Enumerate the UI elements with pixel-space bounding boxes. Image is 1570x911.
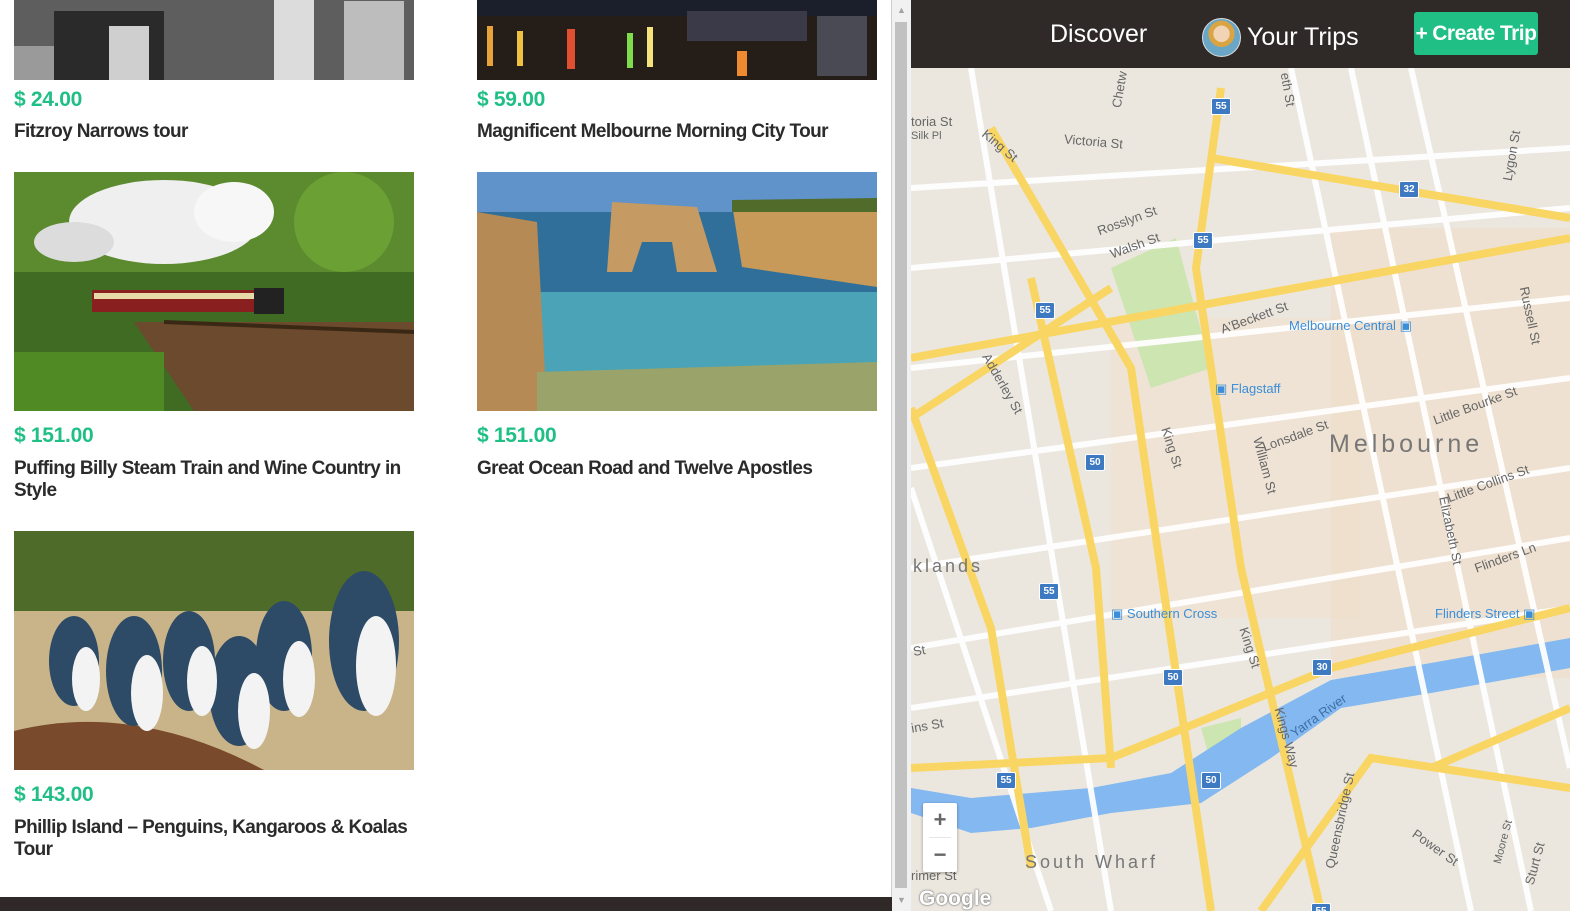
station-name: Southern Cross — [1126, 606, 1218, 621]
tour-price: $ 151.00 — [477, 424, 557, 447]
route-shield: 32 — [1399, 181, 1419, 198]
route-shield: 55 — [996, 772, 1016, 789]
campfire-photo[interactable] — [14, 0, 414, 80]
zoom-in-button[interactable]: + — [923, 803, 957, 837]
penguins-photo[interactable] — [14, 531, 414, 770]
create-trip-label: Create Trip — [1432, 21, 1537, 45]
map[interactable]: Melbourne klands South Wharf Yarra River… — [911, 68, 1570, 911]
nav-discover[interactable]: Discover — [1050, 20, 1147, 49]
city-night-photo[interactable] — [477, 0, 877, 80]
tour-card[interactable]: $ 59.00 Magnificent Melbourne Morning Ci… — [477, 0, 877, 142]
station-flinders-street[interactable]: Flinders Street ▣ — [1435, 606, 1535, 622]
scroll-thumb[interactable] — [895, 22, 907, 888]
coast-photo[interactable] — [477, 172, 877, 411]
station-flagstaff[interactable]: ▣ Flagstaff — [1215, 381, 1281, 397]
station-name: Flinders Street — [1435, 606, 1520, 621]
scroll-up-arrow-icon[interactable]: ▲ — [892, 2, 911, 19]
tour-title[interactable]: Phillip Island – Penguins, Kangaroos & K… — [14, 817, 414, 861]
station-name: Flagstaff — [1230, 381, 1281, 396]
scroll-down-arrow-icon[interactable]: ▼ — [892, 892, 911, 909]
tour-price: $ 24.00 — [14, 88, 82, 111]
map-zoom-control: + − — [923, 803, 957, 872]
map-label-toria-st: toria St — [911, 114, 953, 129]
route-shield: 30 — [1312, 659, 1332, 676]
tour-card[interactable]: $ 151.00 Puffing Billy Steam Train and W… — [14, 172, 414, 501]
train-icon: ▣ — [1399, 318, 1412, 333]
route-shield: 55 — [1211, 98, 1231, 115]
nav-your-trips[interactable]: Your Trips — [1202, 18, 1359, 57]
train-icon: ▣ — [1523, 606, 1536, 621]
google-logo[interactable]: Google — [919, 887, 991, 911]
tour-title[interactable]: Magnificent Melbourne Morning City Tour — [477, 121, 877, 143]
station-melbourne-central[interactable]: Melbourne Central ▣ — [1289, 318, 1412, 334]
map-label-silk-pl: Silk Pl — [911, 130, 942, 142]
tour-price: $ 143.00 — [14, 783, 94, 806]
zoom-out-button[interactable]: − — [923, 838, 957, 872]
route-shield: 55 — [1039, 583, 1059, 600]
route-shield: 55 — [1035, 302, 1055, 319]
tour-title[interactable]: Great Ocean Road and Twelve Apostles — [477, 458, 877, 480]
map-label-st: St — [911, 642, 927, 659]
tour-card[interactable]: $ 143.00 Phillip Island – Penguins, Kang… — [14, 531, 414, 860]
plus-icon: + — [1415, 21, 1428, 45]
tour-title[interactable]: Fitzroy Narrows tour — [14, 121, 414, 143]
top-nav: Discover Your Trips + Create Trip — [911, 0, 1570, 68]
tour-price: $ 151.00 — [14, 424, 94, 447]
tour-title[interactable]: Puffing Billy Steam Train and Wine Count… — [14, 458, 414, 502]
train-icon: ▣ — [1215, 381, 1228, 396]
create-trip-button[interactable]: + Create Trip — [1414, 12, 1538, 55]
station-southern-cross[interactable]: ▣ Southern Cross — [1111, 606, 1217, 622]
station-name: Melbourne Central — [1289, 318, 1396, 333]
nav-your-trips-label: Your Trips — [1247, 23, 1359, 51]
map-label-docklands: klands — [913, 556, 984, 576]
tour-list-panel: $ 24.00 Fitzroy Narrows tour $ 59.00 Mag… — [0, 0, 892, 897]
map-label-south-wharf: South Wharf — [1025, 852, 1159, 872]
route-shield: 50 — [1201, 772, 1221, 789]
train-icon: ▣ — [1111, 606, 1124, 621]
avatar[interactable] — [1202, 18, 1241, 57]
route-shield: 55 — [1311, 903, 1331, 911]
map-label-city: Melbourne — [1329, 430, 1484, 458]
tour-card[interactable]: $ 151.00 Great Ocean Road and Twelve Apo… — [477, 172, 877, 479]
tour-card[interactable]: $ 24.00 Fitzroy Narrows tour — [14, 0, 414, 142]
route-shield: 50 — [1163, 669, 1183, 686]
steam-train-photo[interactable] — [14, 172, 414, 411]
tour-price: $ 59.00 — [477, 88, 545, 111]
route-shield: 55 — [1193, 232, 1213, 249]
scrollbar[interactable]: ▲ ▼ — [892, 0, 911, 911]
route-shield: 50 — [1085, 454, 1105, 471]
